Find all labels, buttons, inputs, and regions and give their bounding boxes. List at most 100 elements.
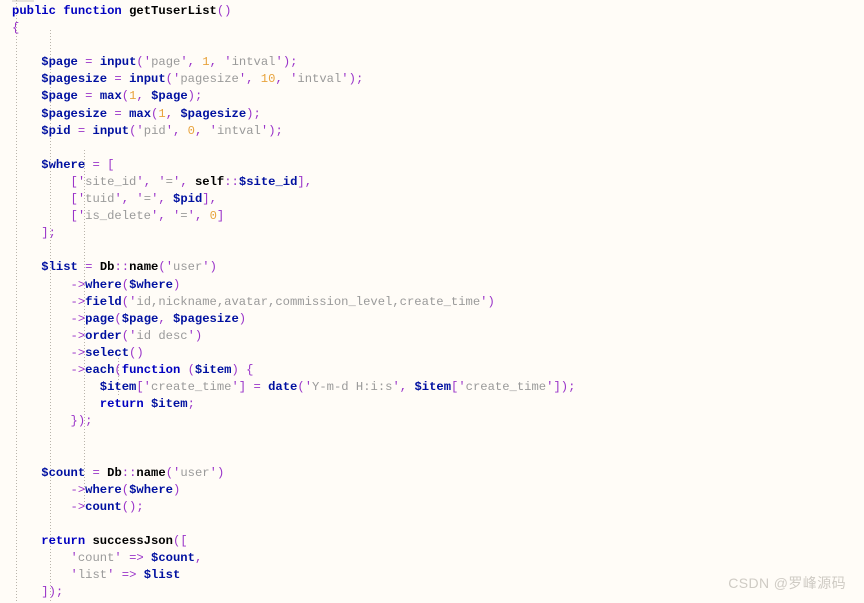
code-token: (: [114, 362, 122, 377]
code-token: (): [216, 4, 232, 18]
code-token: ,: [158, 192, 174, 207]
code-token: );: [268, 123, 283, 138]
code-token: field: [85, 294, 122, 309]
code-token: ': [143, 55, 152, 70]
code-token: ];: [41, 226, 56, 241]
code-token: $page: [41, 55, 78, 70]
code-token: ([: [172, 533, 188, 548]
code-token: ': [209, 465, 217, 480]
code-token: self: [194, 174, 225, 189]
code-token: create_time: [151, 380, 232, 395]
code-token: ': [341, 72, 349, 87]
code-line: ];: [0, 225, 864, 242]
code-token: ],: [297, 174, 313, 189]
code-token: $count: [41, 465, 86, 480]
code-token: );: [246, 106, 261, 121]
code-token: =>: [129, 551, 144, 565]
code-token: Db: [107, 465, 122, 480]
code-token: max: [99, 89, 122, 104]
code-token: ->: [70, 294, 86, 309]
code-token: ': [202, 260, 210, 275]
code-token: ();: [121, 499, 144, 514]
code-token: 0: [209, 209, 217, 224]
code-token: $where: [129, 482, 173, 497]
code-line: ->where($where): [0, 482, 864, 499]
code-token: =: [114, 106, 122, 121]
code-token: is_delete: [85, 209, 151, 224]
code-token: ': [143, 380, 151, 395]
code-token: (: [297, 380, 305, 395]
code-token: {: [12, 21, 20, 36]
code-token: successJson: [92, 533, 173, 548]
code-token: ,: [275, 72, 291, 87]
code-token: $pagesize: [180, 106, 247, 121]
code-token: ::: [114, 260, 130, 275]
code-token: ': [231, 380, 239, 395]
code-token: ,: [246, 72, 261, 87]
code-token: ): [172, 277, 181, 292]
code-token: 1: [202, 55, 210, 70]
code-token: ': [136, 123, 144, 138]
code-token: ->: [70, 311, 86, 326]
code-line: $pagesize = input('pagesize', 10, 'intva…: [0, 71, 864, 88]
code-token: [: [70, 174, 78, 189]
code-token: $item: [194, 362, 232, 377]
code-line: $page = input('page', 1, 'intval');: [0, 54, 864, 71]
code-token: ::: [224, 174, 239, 189]
code-token: pid: [143, 123, 166, 138]
code-token: (: [114, 311, 122, 326]
code-token: ;: [187, 397, 195, 412]
code-token: [: [107, 157, 115, 172]
code-token: =: [85, 89, 93, 104]
code-token: ': [187, 328, 195, 343]
code-token: );: [348, 72, 364, 87]
code-token: $item: [150, 397, 188, 412]
code-line: 'count' => $count,: [0, 550, 864, 567]
code-token: (: [121, 277, 130, 292]
code-token: $site_id: [238, 174, 298, 189]
code-block[interactable]: public function getTuserList(){ $page = …: [0, 0, 864, 603]
code-token: tuid: [85, 192, 115, 207]
code-token: [: [136, 380, 144, 395]
code-token: name: [136, 465, 166, 480]
code-token: =: [85, 55, 93, 70]
code-line: return $item;: [0, 396, 864, 413]
code-token: (: [121, 294, 130, 309]
code-line: ['site_id', '=', self::$site_id],: [0, 174, 864, 191]
code-token: name: [129, 260, 159, 275]
code-token: ->: [70, 345, 86, 360]
code-token: 1: [158, 106, 166, 121]
code-token: ): [209, 260, 217, 275]
code-token: $page: [121, 311, 159, 326]
code-token: Y-m-d H:i:s: [312, 380, 393, 395]
code-token: ': [187, 209, 195, 224]
code-line: ->order('id desc'): [0, 328, 864, 345]
code-line: return successJson([: [0, 533, 864, 550]
code-token: ': [70, 568, 78, 583]
code-token: $list: [41, 260, 78, 275]
code-token: function: [121, 362, 181, 377]
code-token: ->: [70, 328, 86, 343]
code-token: (: [165, 465, 174, 480]
code-token: page: [151, 55, 181, 70]
code-token: (: [121, 482, 130, 497]
code-line: {: [0, 20, 864, 37]
code-token: ,: [121, 192, 137, 207]
code-token: ,: [158, 311, 173, 326]
code-line: });: [0, 413, 864, 430]
